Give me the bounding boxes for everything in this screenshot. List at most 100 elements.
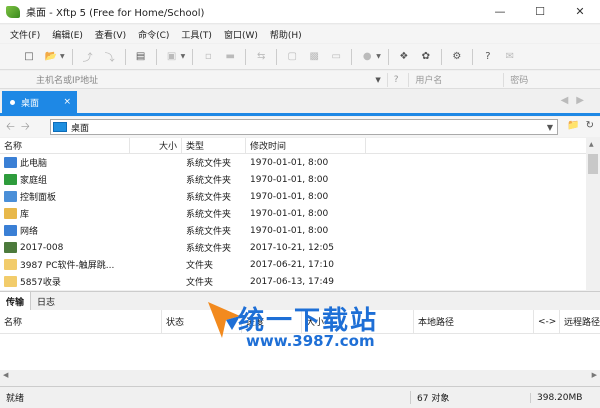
file-row[interactable]: 网络 系统文件夹 1970-01-01, 8:00 <box>0 222 600 239</box>
menu-window[interactable]: 窗口(W) <box>218 28 264 41</box>
transfer-column-direction[interactable]: <-> <box>534 309 560 334</box>
path-value: 桌面 <box>71 123 90 134</box>
connect-icon[interactable]: ⤴ <box>80 49 96 65</box>
forward-arrow-icon[interactable]: 🡢 <box>21 118 30 137</box>
column-type[interactable]: 类型 <box>182 138 246 154</box>
menu-view[interactable]: 查看(V) <box>89 28 132 41</box>
comment-icon[interactable]: ✉ <box>502 49 518 65</box>
column-name[interactable]: 名称 <box>0 138 130 154</box>
column-modified[interactable]: 修改时间 <box>246 138 366 154</box>
terminal-icon[interactable]: ▣ <box>164 49 180 65</box>
new-session-icon[interactable]: □ <box>21 49 37 65</box>
file-name-cell: 2017-008 <box>0 242 130 253</box>
file-modified: 2017-10-21, 12:05 <box>250 242 334 253</box>
tab-desktop[interactable]: 桌面 × <box>2 91 77 113</box>
paste-icon[interactable]: ▬ <box>222 49 238 65</box>
homegroup-icon <box>4 174 17 185</box>
password-field[interactable]: 密码 <box>503 72 600 87</box>
folder-up-icon[interactable]: 📁 <box>567 120 579 131</box>
rename-icon[interactable]: ▩ <box>306 49 322 65</box>
control-panel-icon <box>4 191 17 202</box>
refresh-icon[interactable]: ↻ <box>586 120 594 131</box>
transfer-column-name[interactable]: 名称 <box>0 309 162 334</box>
copy-icon[interactable]: ▫ <box>200 49 216 65</box>
toolbar-divider <box>71 48 73 65</box>
scroll-up-icon[interactable]: ▲ <box>589 141 594 148</box>
menu-tools[interactable]: 工具(T) <box>175 28 218 41</box>
file-type: 系统文件夹 <box>186 227 232 237</box>
file-name-cell: 家庭组 <box>0 173 130 186</box>
status-ready: 就绪 <box>6 394 25 404</box>
chevron-down-icon[interactable]: ▼ <box>181 53 186 60</box>
transfer-column-local-path[interactable]: 本地路径 <box>414 309 534 334</box>
file-row[interactable]: 2017-008 系统文件夹 2017-10-21, 12:05 <box>0 239 600 256</box>
scroll-thumb[interactable] <box>588 154 598 174</box>
user-folder-icon <box>4 242 17 253</box>
menu-bar: 文件(F) 编辑(E) 查看(V) 命令(C) 工具(T) 窗口(W) 帮助(H… <box>0 25 600 43</box>
tab-transfer[interactable]: 传输 <box>0 291 32 311</box>
delete-icon[interactable]: ▢ <box>284 49 300 65</box>
disconnect-icon[interactable]: ⤵ <box>102 49 118 65</box>
file-name-cell: 网络 <box>0 224 130 237</box>
file-name-cell: 此电脑 <box>0 156 130 169</box>
chevron-down-icon[interactable]: ▼ <box>376 53 381 60</box>
file-row[interactable]: 3987 PC软件-触屏跳... 文件夹 2017-06-21, 17:10 <box>0 256 600 273</box>
help-icon[interactable]: ? <box>386 72 409 87</box>
tab-log[interactable]: 日志 <box>31 292 61 311</box>
menu-help[interactable]: 帮助(H) <box>264 28 308 41</box>
tab-nav-arrows[interactable]: ◀▶ <box>561 95 592 106</box>
toolbar-divider <box>276 48 278 65</box>
menu-command[interactable]: 命令(C) <box>132 28 175 41</box>
back-arrow-icon[interactable]: 🡠 <box>6 118 15 137</box>
host-input[interactable]: 主机名或IP地址 ▼ <box>22 73 387 87</box>
file-modified: 1970-01-01, 8:00 <box>250 157 329 168</box>
new-folder-icon[interactable]: ▭ <box>328 49 344 65</box>
transfer-column-remote-path[interactable]: 远程路径 <box>560 310 600 334</box>
desktop-icon <box>53 122 67 132</box>
xshell-icon[interactable]: ❖ <box>396 49 412 65</box>
file-name: 库 <box>20 210 30 220</box>
username-field[interactable]: 用户名 <box>408 72 503 87</box>
file-type: 系统文件夹 <box>186 176 232 186</box>
menu-file[interactable]: 文件(F) <box>4 28 46 41</box>
minimize-button[interactable]: — <box>480 0 520 24</box>
file-modified: 1970-01-01, 8:00 <box>250 225 329 236</box>
tab-underline <box>0 113 600 116</box>
scroll-right-icon[interactable]: ▶ <box>592 371 597 379</box>
sync-icon[interactable]: ⇆ <box>253 49 269 65</box>
transfer-scrollbar[interactable]: ◀ ▶ <box>0 370 600 382</box>
help-icon[interactable]: ? <box>480 49 496 65</box>
open-folder-icon[interactable]: 📂 <box>43 49 59 65</box>
gear-icon[interactable]: ⚙ <box>449 49 465 65</box>
file-list-scrollbar[interactable]: ▲ <box>586 138 600 290</box>
file-modified: 1970-01-01, 8:00 <box>250 174 329 185</box>
xmanager-icon[interactable]: ✿ <box>418 49 434 65</box>
chevron-down-icon[interactable]: ▼ <box>547 123 553 132</box>
file-row[interactable]: 控制面板 系统文件夹 1970-01-01, 8:00 <box>0 188 600 205</box>
maximize-button[interactable]: ☐ <box>520 0 560 24</box>
menu-edit[interactable]: 编辑(E) <box>46 28 89 41</box>
file-row[interactable]: 库 系统文件夹 1970-01-01, 8:00 <box>0 205 600 222</box>
path-input[interactable]: 桌面 ▼ <box>50 119 558 135</box>
chevron-down-icon[interactable]: ▼ <box>60 53 65 60</box>
globe-icon[interactable]: ● <box>359 49 375 65</box>
close-button[interactable]: ✕ <box>560 0 600 24</box>
tab-label: 桌面 <box>21 98 40 109</box>
address-bar: 主机名或IP地址 ▼ ? 用户名 密码 <box>0 71 600 89</box>
close-icon[interactable]: × <box>63 97 71 107</box>
toolbar-divider <box>471 48 473 65</box>
scroll-left-icon[interactable]: ◀ <box>3 371 8 379</box>
file-type: 文件夹 <box>186 261 214 271</box>
file-row[interactable]: 家庭组 系统文件夹 1970-01-01, 8:00 <box>0 171 600 188</box>
toolbar-divider <box>245 48 247 65</box>
file-name: 家庭组 <box>20 176 48 186</box>
column-size[interactable]: 大小 <box>130 138 182 154</box>
chevron-down-icon[interactable]: ▼ <box>375 76 380 84</box>
file-row[interactable]: 5857收录 文件夹 2017-06-13, 17:49 <box>0 273 600 290</box>
file-type: 系统文件夹 <box>186 193 232 203</box>
properties-icon[interactable]: ▤ <box>133 49 149 65</box>
library-icon <box>4 208 17 219</box>
xftp-logo-icon <box>6 5 20 18</box>
file-row[interactable]: 此电脑 系统文件夹 1970-01-01, 8:00 <box>0 154 600 171</box>
session-tabs: 桌面 × ◀▶ <box>0 91 600 113</box>
